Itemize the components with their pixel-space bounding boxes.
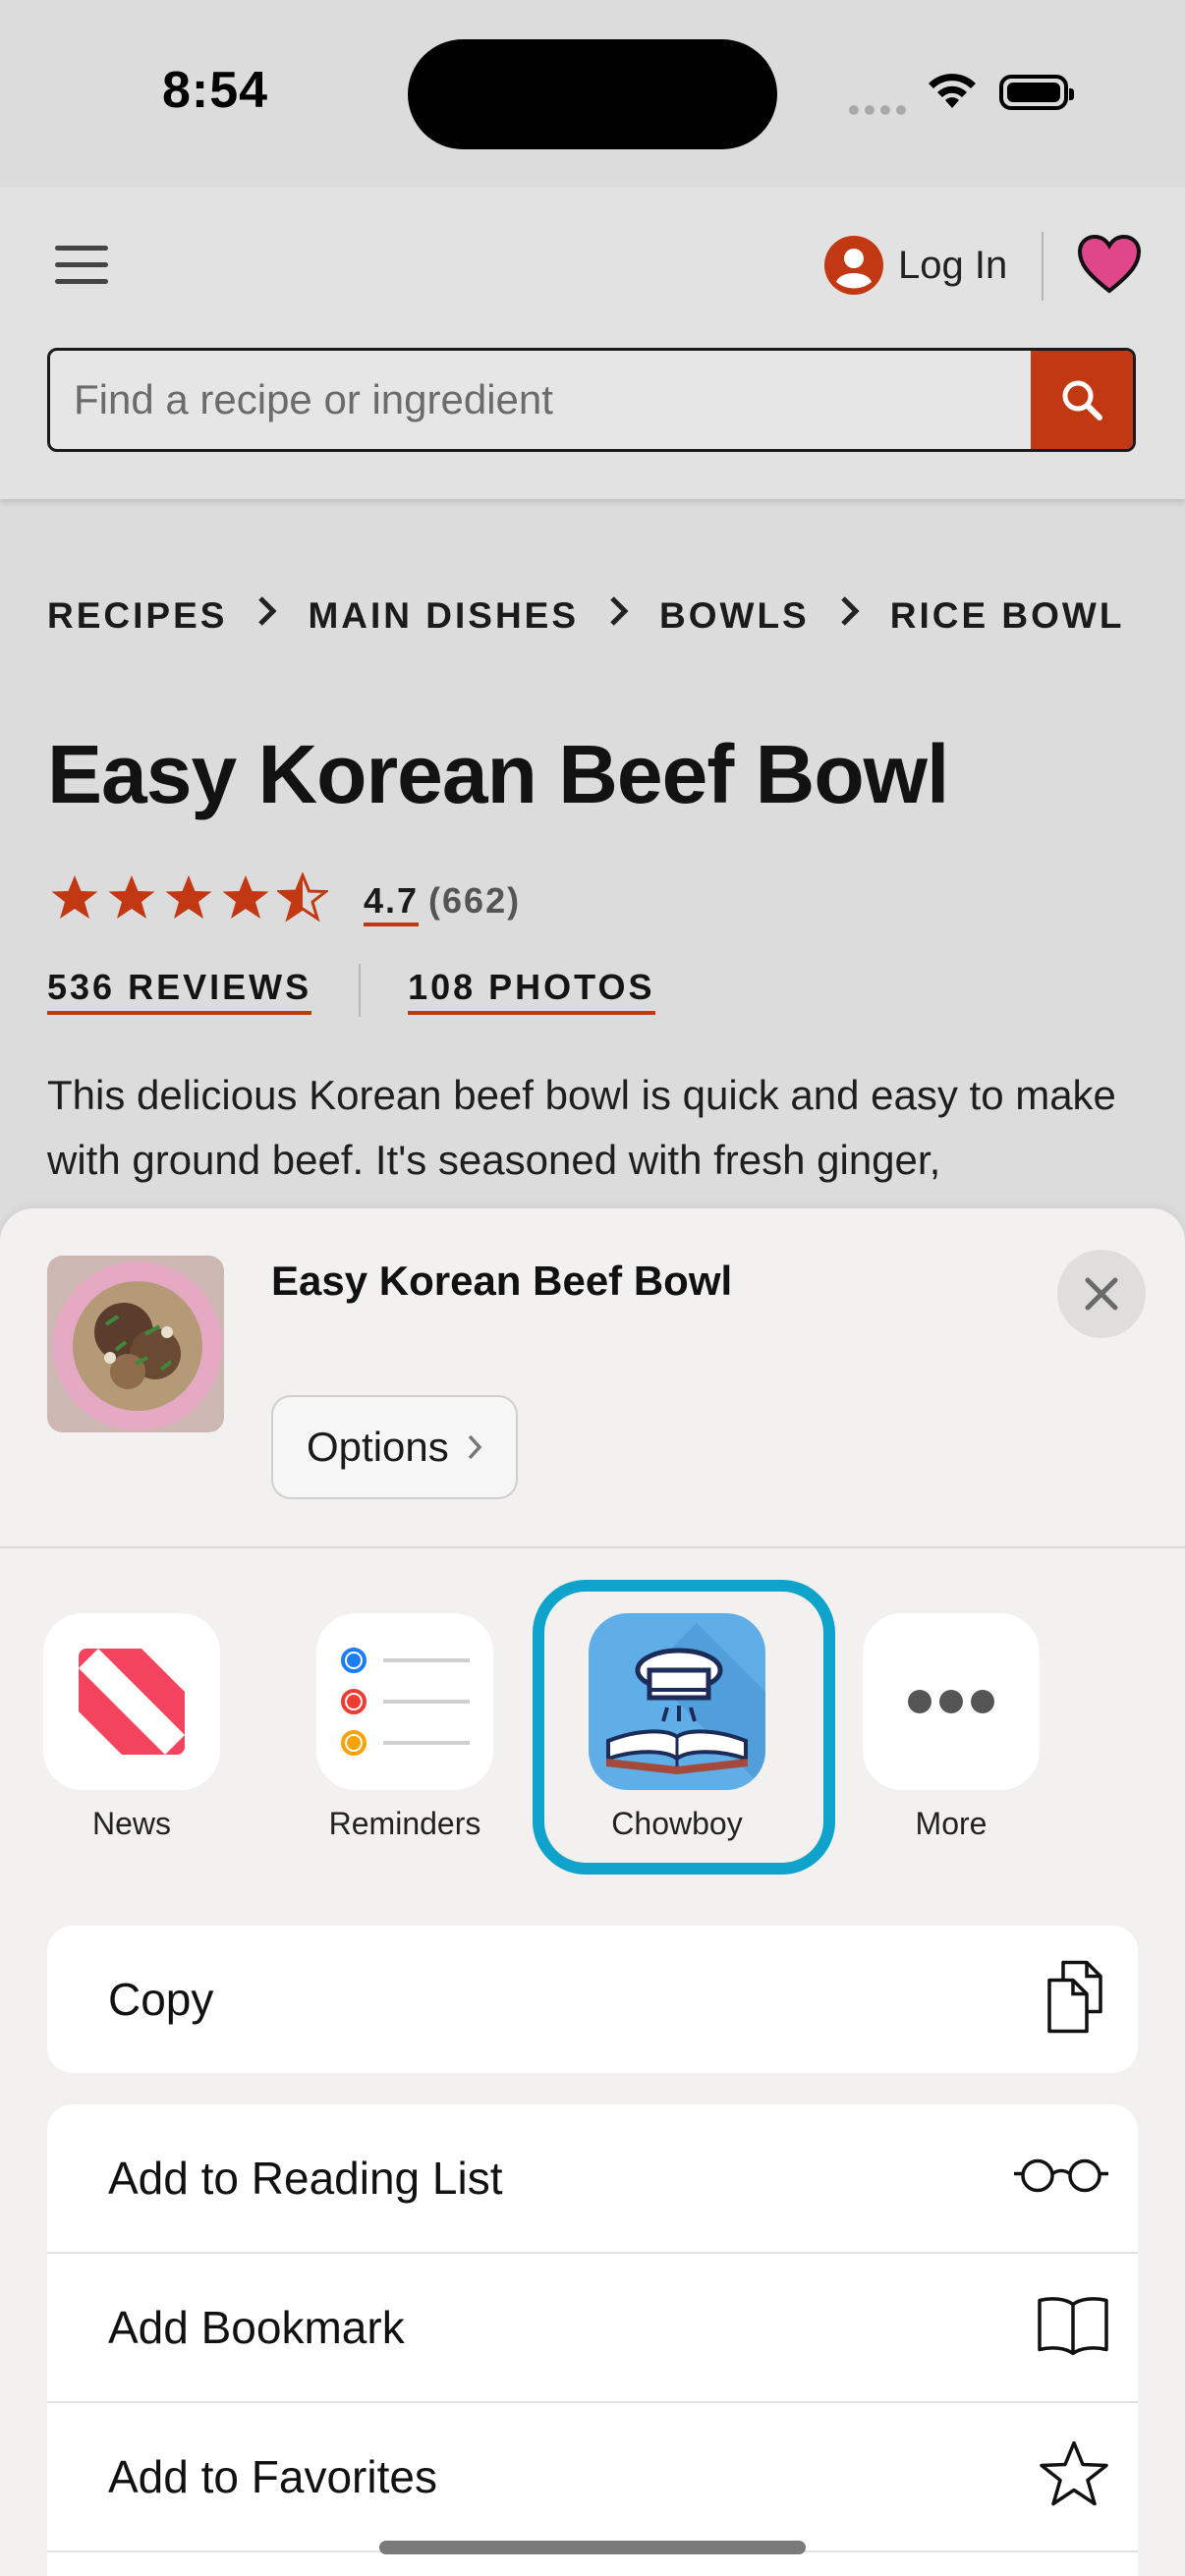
cellular-signal-icon [849, 102, 912, 120]
rating-count: (662) [428, 880, 522, 921]
action-add-favorites[interactable]: Add to Favorites [47, 2403, 1138, 2552]
news-icon [43, 1613, 220, 1790]
star-full-icon [222, 875, 269, 919]
rating-value[interactable]: 4.7 [364, 880, 420, 926]
recipe-title: Easy Korean Beef Bowl [47, 728, 949, 820]
site-header: Log In [0, 187, 1185, 499]
action-label: Copy [108, 1974, 214, 2025]
star-icon [1038, 2439, 1110, 2515]
share-app-chowboy[interactable]: Chowboy [589, 1613, 765, 1842]
share-app-label: Chowboy [611, 1806, 743, 1841]
chevron-right-icon [608, 594, 630, 637]
breadcrumb-rice-bowl[interactable]: RICE BOWL [890, 595, 1125, 636]
action-label: Add to Reading List [108, 2153, 503, 2204]
copy-group: Copy [47, 1926, 1138, 2073]
reviews-link[interactable]: 536 REVIEWS [47, 967, 312, 1015]
action-label: Add Bookmark [108, 2302, 405, 2353]
glasses-icon [1012, 2156, 1110, 2201]
chowboy-icon [589, 1613, 765, 1790]
battery-icon [999, 75, 1074, 110]
reminders-icon [316, 1613, 493, 1790]
breadcrumb-recipes[interactable]: RECIPES [47, 595, 227, 636]
close-icon [1085, 1277, 1118, 1311]
action-next-partial [47, 2552, 1138, 2576]
share-app-label: Reminders [328, 1806, 481, 1841]
action-copy[interactable]: Copy [47, 1926, 1138, 2073]
chevron-right-icon [468, 1434, 482, 1460]
star-rating [49, 872, 334, 924]
star-full-icon [108, 875, 155, 919]
search-input[interactable] [50, 351, 1029, 449]
login-button[interactable]: Log In [823, 234, 1007, 297]
action-add-bookmark[interactable]: Add Bookmark [47, 2254, 1138, 2403]
share-sheet: Easy Korean Beef Bowl Options News Remin… [0, 1208, 1185, 2576]
more-icon [863, 1613, 1040, 1790]
options-button[interactable]: Options [271, 1395, 518, 1499]
breadcrumb-main-dishes[interactable]: MAIN DISHES [308, 595, 579, 636]
dynamic-island [408, 39, 777, 149]
copy-icon [1040, 1957, 1110, 2043]
search-bar [47, 348, 1136, 452]
search-icon [1062, 380, 1102, 420]
home-indicator [379, 2541, 806, 2554]
rating-summary: 4.7 (662) [364, 880, 522, 926]
share-app-reminders[interactable]: Reminders [316, 1613, 493, 1842]
chevron-right-icon [839, 594, 861, 637]
review-photo-links: 536 REVIEWS 108 PHOTOS [47, 964, 655, 1017]
share-apps-row: News Reminders Chowboy More [0, 1613, 1185, 1859]
user-avatar-icon [824, 236, 883, 295]
action-label: Add to Favorites [108, 2451, 437, 2502]
search-button[interactable] [1031, 351, 1133, 449]
links-divider [359, 964, 362, 1017]
share-title: Easy Korean Beef Bowl [271, 1258, 733, 1304]
status-time: 8:54 [162, 62, 269, 119]
header-divider [1042, 232, 1044, 301]
breadcrumb: RECIPES MAIN DISHES BOWLS RICE BOWL [47, 594, 1185, 644]
close-button[interactable] [1057, 1250, 1146, 1338]
breadcrumb-bowls[interactable]: BOWLS [659, 595, 810, 636]
star-full-icon [165, 875, 212, 919]
status-bar: 8:54 [0, 0, 1185, 187]
share-app-news[interactable]: News [43, 1613, 220, 1842]
heart-favorites-icon[interactable] [1077, 234, 1142, 300]
wifi-icon [926, 71, 979, 115]
photos-link[interactable]: 108 PHOTOS [408, 967, 655, 1015]
options-label: Options [307, 1424, 449, 1470]
hamburger-menu-icon[interactable] [55, 246, 108, 285]
action-add-reading-list[interactable]: Add to Reading List [47, 2104, 1138, 2254]
chevron-right-icon [256, 594, 278, 637]
book-icon [1036, 2295, 1110, 2361]
actions-group: Add to Reading List Add Bookmark Add to … [47, 2104, 1138, 2576]
recipe-thumbnail [47, 1256, 224, 1432]
star-full-icon [51, 875, 98, 919]
sheet-divider [0, 1546, 1185, 1548]
star-half-icon [277, 872, 328, 923]
recipe-description: This delicious Korean beef bowl is quick… [47, 1072, 1116, 1183]
login-label: Log In [898, 243, 1008, 287]
share-app-more[interactable]: More [863, 1613, 1040, 1842]
share-app-label: News [91, 1806, 171, 1841]
share-app-label: More [915, 1806, 988, 1841]
